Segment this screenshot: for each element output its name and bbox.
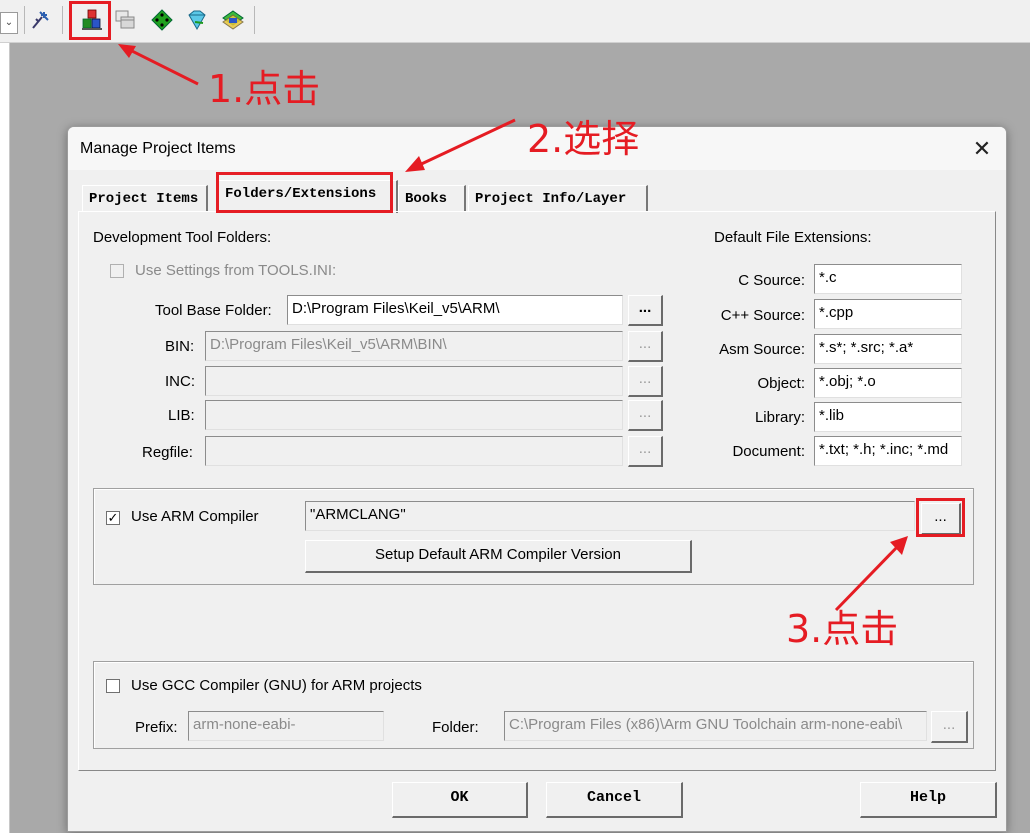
annotation-arrow-step1 — [118, 44, 199, 86]
help-button[interactable]: Help — [860, 782, 997, 818]
manage-project-items-dialog: Manage Project Items ✕ Project Items Fol… — [67, 126, 1007, 832]
layers-icon[interactable] — [222, 9, 244, 31]
inc-folder-input[interactable] — [205, 366, 623, 396]
bin-browse-button[interactable]: ... — [628, 331, 663, 362]
regfile-browse-button[interactable]: ... — [628, 436, 663, 467]
toolbar: ⌄ — [0, 0, 1030, 43]
gcc-folder-label: Folder: — [432, 719, 479, 736]
annotation-step2: 2.选择 — [527, 117, 640, 161]
chevron-down-icon[interactable]: ⌄ — [0, 12, 18, 34]
c-source-input[interactable]: *.c — [814, 264, 962, 294]
dev-tool-folders-heading: Development Tool Folders: — [93, 229, 272, 246]
close-icon[interactable]: ✕ — [963, 131, 1001, 167]
annotation-highlight-step1 — [69, 1, 111, 40]
regfile-input[interactable] — [205, 436, 623, 466]
asm-source-label: Asm Source: — [719, 341, 805, 358]
setup-default-arm-compiler-button[interactable]: Setup Default ARM Compiler Version — [305, 540, 692, 573]
left-panel-edge — [0, 43, 10, 833]
use-gcc-compiler-checkbox[interactable] — [106, 679, 120, 693]
use-gcc-compiler-label: Use GCC Compiler (GNU) for ARM projects — [131, 677, 422, 694]
regfile-label: Regfile: — [142, 444, 193, 461]
annotation-highlight-step3 — [916, 498, 965, 537]
cpp-source-label: C++ Source: — [720, 307, 805, 324]
use-arm-compiler-label: Use ARM Compiler — [131, 508, 259, 525]
toolbar-separator — [62, 6, 63, 34]
inc-browse-button[interactable]: ... — [628, 366, 663, 397]
ok-button[interactable]: OK — [392, 782, 528, 818]
window-layout-icon[interactable] — [114, 9, 136, 31]
library-input[interactable]: *.lib — [814, 402, 962, 432]
debug-diamond-icon[interactable] — [151, 9, 173, 31]
toolbar-separator — [254, 6, 255, 34]
gcc-prefix-input[interactable]: arm-none-eabi- — [188, 711, 384, 741]
dialog-title: Manage Project Items — [80, 140, 236, 157]
use-arm-compiler-checkbox[interactable]: ✓ — [106, 511, 120, 525]
gcc-folder-browse-button[interactable]: ... — [931, 711, 968, 743]
gcc-folder-input[interactable]: C:\Program Files (x86)\Arm GNU Toolchain… — [504, 711, 927, 741]
tool-base-folder-input[interactable]: D:\Program Files\Keil_v5\ARM\ — [287, 295, 623, 325]
wizard-icon[interactable] — [30, 9, 52, 31]
tool-base-folder-label: Tool Base Folder: — [155, 302, 272, 319]
document-label: Document: — [732, 443, 805, 460]
cancel-button[interactable]: Cancel — [546, 782, 683, 818]
use-tools-ini-checkbox[interactable] — [110, 264, 124, 278]
use-tools-ini-label: Use Settings from TOOLS.INI: — [135, 262, 337, 279]
c-source-label: C Source: — [738, 272, 805, 289]
gem-icon[interactable] — [186, 9, 208, 31]
lib-label: LIB: — [168, 407, 195, 424]
library-label: Library: — [754, 409, 805, 426]
annotation-step1: 1.点击 — [208, 67, 321, 111]
object-label: Object: — [757, 375, 805, 392]
annotation-step3: 3.点击 — [786, 607, 899, 651]
tab-books[interactable]: Books — [398, 185, 466, 211]
bin-folder-input[interactable]: D:\Program Files\Keil_v5\ARM\BIN\ — [205, 331, 623, 361]
asm-source-input[interactable]: *.s*; *.src; *.a* — [814, 334, 962, 364]
tool-base-browse-button[interactable]: ... — [628, 295, 663, 326]
object-input[interactable]: *.obj; *.o — [814, 368, 962, 398]
annotation-arrow-step2 — [405, 118, 516, 172]
lib-browse-button[interactable]: ... — [628, 400, 663, 431]
toolbar-separator — [24, 6, 25, 34]
inc-label: INC: — [165, 373, 195, 390]
lib-folder-input[interactable] — [205, 400, 623, 430]
default-extensions-heading: Default File Extensions: — [714, 229, 872, 246]
cpp-source-input[interactable]: *.cpp — [814, 299, 962, 329]
tab-project-items[interactable]: Project Items — [82, 185, 208, 211]
document-input[interactable]: *.txt; *.h; *.inc; *.md — [814, 436, 962, 466]
gcc-prefix-label: Prefix: — [135, 719, 178, 736]
annotation-highlight-step2 — [216, 172, 393, 213]
tab-project-info-layer[interactable]: Project Info/Layer — [468, 185, 648, 211]
arm-compiler-version-input[interactable]: "ARMCLANG" — [305, 501, 915, 531]
bin-label: BIN: — [165, 338, 195, 355]
